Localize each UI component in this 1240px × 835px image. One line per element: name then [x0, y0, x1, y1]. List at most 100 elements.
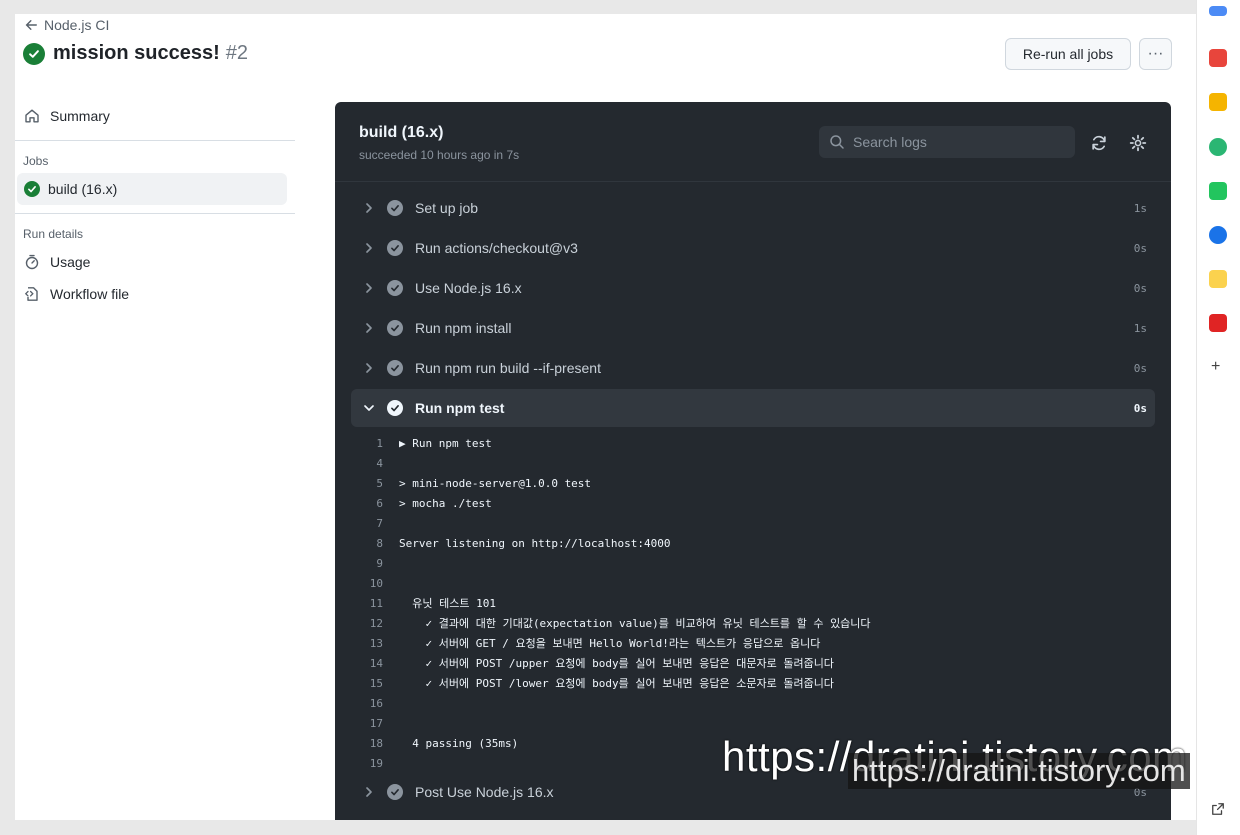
home-icon	[25, 109, 39, 123]
log-line: 6 > mocha ./test	[335, 493, 1171, 513]
add-icon[interactable]: +	[1211, 358, 1220, 376]
play-icon[interactable]	[1209, 138, 1227, 156]
log-line-text: 유닛 테스트 101	[399, 597, 496, 610]
step-name: Use Node.js 16.x	[415, 280, 522, 296]
notes-icon[interactable]	[1209, 270, 1227, 288]
log-line: 13 ✓ 서버에 GET / 요청을 보내면 Hello World!라는 텍스…	[335, 633, 1171, 653]
gear-icon[interactable]	[1129, 134, 1147, 152]
job-step[interactable]: Run npm run build --if-present 0s	[351, 349, 1155, 387]
sidebar-item-usage[interactable]: Usage	[15, 246, 295, 278]
check-circle-icon	[387, 200, 403, 216]
log-line-number[interactable]: 5	[335, 477, 399, 490]
log-line-number[interactable]: 16	[335, 697, 399, 710]
more-options-button[interactable]: ···	[1139, 38, 1172, 70]
step-name: Run npm test	[415, 400, 505, 416]
log-line-number[interactable]: 11	[335, 597, 399, 610]
job-step[interactable]: Set up job 1s	[351, 189, 1155, 227]
browser-app-icon[interactable]	[1209, 226, 1227, 244]
extension-icon[interactable]	[1209, 6, 1227, 16]
step-duration: 0s	[1133, 241, 1147, 255]
search-logs[interactable]	[819, 126, 1075, 158]
webtoon-icon[interactable]	[1209, 182, 1227, 200]
step-log: 1 ▶ Run npm test 4 5 > mini-node-server@1.0.…	[335, 429, 1171, 773]
job-step[interactable]: Use Node.js 16.x 0s	[351, 269, 1155, 307]
job-step[interactable]: Run actions/checkout@v3 0s	[351, 229, 1155, 267]
log-line-number[interactable]: 19	[335, 757, 399, 770]
sidebar-item-job[interactable]: build (16.x)	[17, 173, 287, 205]
check-circle-icon	[24, 181, 40, 197]
search-logs-input[interactable]	[853, 134, 1053, 150]
step-run-npm-test[interactable]: Run npm test 0s	[351, 389, 1155, 427]
sidebar-item-label: Workflow file	[50, 286, 130, 302]
sidebar-item-label: Usage	[50, 254, 91, 270]
job-step[interactable]: Run npm install 1s	[351, 309, 1155, 347]
sidebar-item-workflow-file[interactable]: Workflow file	[15, 278, 295, 310]
run-number: #2	[225, 42, 248, 64]
arrow-left-icon	[25, 20, 37, 30]
log-line-number[interactable]: 1	[335, 437, 399, 450]
log-line: 12 ✓ 결과에 대한 기대값(expectation value)를 비교하여…	[335, 613, 1171, 633]
log-line: 19	[335, 753, 1171, 773]
log-line-text: > mocha ./test	[399, 496, 492, 510]
log-line-number[interactable]: 17	[335, 717, 399, 730]
log-line-number[interactable]: 6	[335, 497, 399, 510]
step-duration: 1s	[1133, 201, 1147, 215]
log-line: 5 > mini-node-server@1.0.0 test	[335, 473, 1171, 493]
sidebar-item-summary[interactable]: Summary	[15, 100, 295, 132]
step-name: Run npm run build --if-present	[415, 360, 601, 376]
jobs-heading: Jobs	[23, 154, 49, 168]
job-steps: Set up job 1s Run actions/checkout@v3 0s Use…	[335, 182, 1171, 811]
now-icon[interactable]	[1209, 314, 1227, 332]
log-line: 18 4 passing (35ms)	[335, 733, 1171, 753]
log-line-number[interactable]: 12	[335, 617, 399, 630]
step-duration: 1s	[1133, 321, 1147, 335]
log-line-number[interactable]: 9	[335, 557, 399, 570]
stopwatch-icon	[25, 254, 39, 270]
divider	[15, 140, 295, 141]
rerun-all-jobs-button[interactable]: Re-run all jobs	[1005, 38, 1131, 70]
chevron-right-icon	[366, 787, 372, 797]
run-details-heading: Run details	[23, 227, 84, 241]
log-line: 15 ✓ 서버에 POST /lower 요청에 body를 실어 보내면 응답…	[335, 673, 1171, 693]
check-circle-icon	[387, 400, 403, 416]
log-line-number[interactable]: 15	[335, 677, 399, 690]
back-link[interactable]: Node.js CI	[24, 17, 109, 33]
external-link-icon[interactable]	[1211, 802, 1225, 816]
log-line: 11 유닛 테스트 101	[335, 593, 1171, 613]
run-sidebar: Summary Jobs build (16.x) Run details Us…	[15, 100, 295, 310]
log-line-text: ✓ 서버에 POST /lower 요청에 body를 실어 보내면 응답은 소…	[399, 677, 834, 690]
step-name: Run npm install	[415, 320, 512, 336]
log-line-number[interactable]: 14	[335, 657, 399, 670]
log-line-number[interactable]: 13	[335, 637, 399, 650]
back-link-label: Node.js CI	[44, 17, 110, 33]
step-post-use-node[interactable]: Post Use Node.js 16.x 0s	[351, 773, 1155, 811]
step-duration: 0s	[1133, 785, 1147, 799]
actions-run-page: Node.js CI mission success! #2 Re-run all…	[15, 14, 1225, 820]
log-line-text: Server listening on http://localhost:400…	[399, 536, 671, 550]
sidebar-item-label: Summary	[50, 108, 110, 124]
log-line: 1 ▶ Run npm test	[335, 433, 1171, 453]
job-title: build (16.x)	[359, 124, 444, 141]
log-line-number[interactable]: 10	[335, 577, 399, 590]
file-code-icon	[24, 287, 38, 301]
log-line-text: ✓ 서버에 GET / 요청을 보내면 Hello World!라는 텍스트가 …	[399, 637, 821, 650]
log-line-number[interactable]: 7	[335, 517, 399, 530]
refresh-icon[interactable]	[1090, 134, 1108, 152]
log-line: 16	[335, 693, 1171, 713]
search-icon	[830, 135, 844, 149]
log-line: 10	[335, 573, 1171, 593]
log-line-text: > mini-node-server@1.0.0 test	[399, 476, 592, 490]
log-line-number[interactable]: 8	[335, 537, 399, 550]
check-circle-icon	[387, 360, 403, 376]
log-line-number[interactable]: 4	[335, 457, 399, 470]
log-line-text: 4 passing (35ms)	[399, 736, 519, 750]
job-header: build (16.x) succeeded 10 hours ago in 7…	[335, 102, 1171, 182]
run-title: mission success! #2	[23, 42, 248, 65]
star-icon[interactable]	[1209, 93, 1227, 111]
pocket-icon[interactable]	[1209, 49, 1227, 67]
step-duration: 0s	[1133, 401, 1147, 415]
step-name: Set up job	[415, 200, 479, 216]
job-log-panel: build (16.x) succeeded 10 hours ago in 7…	[335, 102, 1171, 820]
step-name: Run actions/checkout@v3	[415, 240, 578, 256]
log-line-number[interactable]: 18	[335, 737, 399, 750]
